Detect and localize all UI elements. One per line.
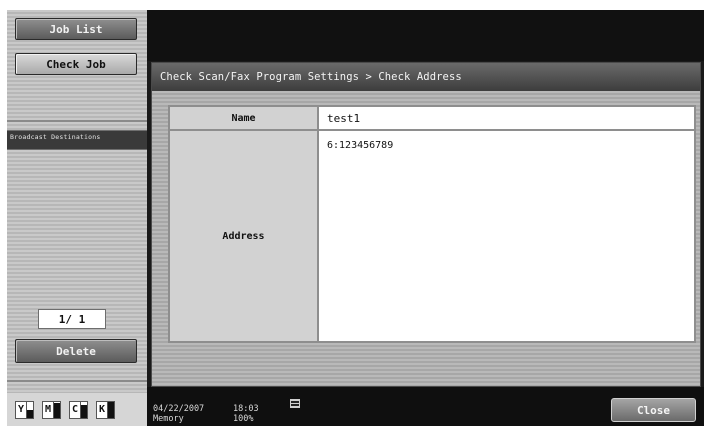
status-time: 18:03 (233, 404, 259, 414)
toner-level-gauge (81, 400, 88, 419)
check-address-dialog: Check Scan/Fax Program Settings > Check … (151, 62, 701, 387)
toner-level-gauge (108, 400, 115, 419)
left-bottom-divider (7, 380, 147, 382)
toner-letter: Y (15, 400, 27, 419)
toner-yellow: Y (15, 400, 34, 419)
status-bar: 04/22/2007 18:03 Memory 100% Close (147, 387, 704, 426)
memory-icon (290, 399, 300, 408)
name-value: test1 (319, 107, 694, 129)
delete-button[interactable]: Delete (15, 339, 137, 363)
job-list-button[interactable]: Job List (15, 18, 137, 40)
status-mode: Memory (153, 414, 184, 424)
toner-letter: M (42, 400, 54, 419)
address-value: 6:123456789 (319, 131, 694, 341)
left-panel: Job List Check Job Broadcast Destination… (7, 10, 147, 426)
left-divider (7, 120, 147, 122)
address-label: Address (170, 131, 317, 341)
close-button[interactable]: Close (611, 398, 696, 422)
status-date: 04/22/2007 (153, 404, 205, 414)
copier-screen: Job List Check Job Broadcast Destination… (7, 10, 704, 426)
toner-letter: K (96, 400, 108, 419)
toner-cyan: C (69, 400, 88, 419)
toner-letter: C (69, 400, 81, 419)
toner-magenta: M (42, 400, 61, 419)
toner-black: K (96, 400, 115, 419)
toner-level-bar: Y M C K (7, 393, 147, 426)
broadcast-destinations-item[interactable]: Broadcast Destinations (7, 130, 147, 150)
top-message-area (147, 10, 704, 61)
name-label: Name (170, 107, 317, 129)
address-details-table: Name test1 Address 6:123456789 (168, 105, 696, 343)
status-memory: 100% (233, 414, 254, 424)
page-counter: 1/ 1 (38, 309, 106, 329)
toner-level-gauge (27, 400, 34, 419)
dialog-title: Check Scan/Fax Program Settings > Check … (152, 63, 700, 91)
toner-level-gauge (54, 400, 61, 419)
check-job-button[interactable]: Check Job (15, 53, 137, 75)
